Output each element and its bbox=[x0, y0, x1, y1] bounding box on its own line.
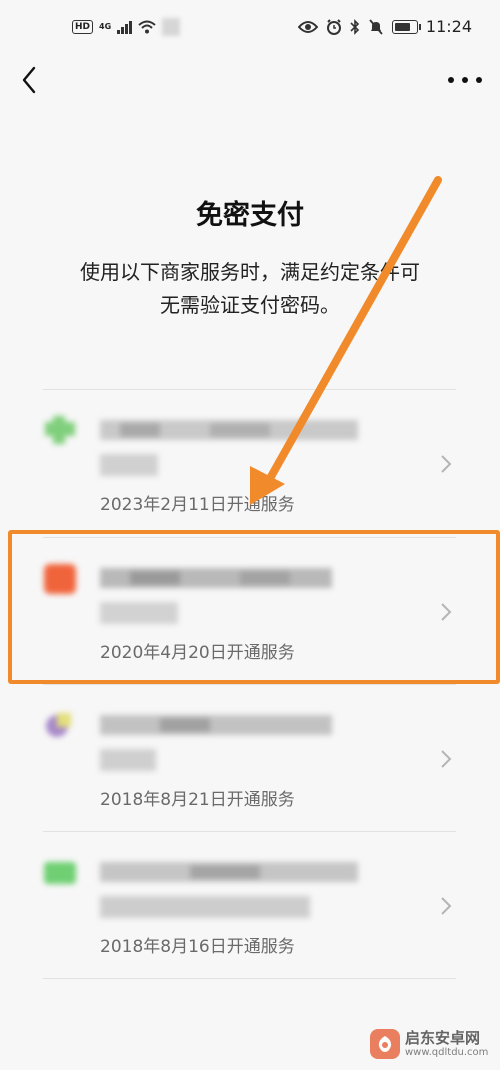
list-divider bbox=[43, 831, 456, 832]
signal-icon bbox=[117, 20, 133, 34]
hd-badge: HD bbox=[72, 20, 94, 34]
merchant-name-blurred bbox=[100, 862, 358, 882]
watermark-logo-icon bbox=[370, 1029, 400, 1059]
page-title: 免密支付 bbox=[196, 200, 304, 231]
battery-icon bbox=[391, 19, 421, 34]
merchant-name-blurred bbox=[100, 715, 358, 735]
service-date: 2023年2月11日开通服务 bbox=[100, 495, 295, 515]
bluetooth-icon bbox=[350, 18, 360, 35]
watermark-text: 启东安卓网 www.qdltdu.com bbox=[405, 1028, 489, 1059]
merchant-service-blurred bbox=[100, 454, 158, 476]
blurred-status-icon bbox=[162, 18, 181, 36]
chevron-right-icon bbox=[441, 897, 452, 915]
description-line-2: 无需验证支付密码。 bbox=[160, 293, 340, 317]
battery-fill bbox=[394, 22, 410, 31]
merchant-service-blurred bbox=[100, 896, 310, 918]
description-line-1: 使用以下商家服务时，满足约定条件可 bbox=[80, 260, 420, 284]
list-divider bbox=[43, 684, 456, 685]
service-item[interactable]: 2018年8月16日开通服务 bbox=[43, 834, 456, 979]
service-item[interactable]: 2018年8月21日开通服务 bbox=[43, 687, 456, 832]
service-date: 2018年8月21日开通服务 bbox=[100, 790, 295, 810]
back-icon[interactable] bbox=[16, 62, 44, 98]
merchant-name-blurred bbox=[100, 420, 358, 440]
status-bar: HD 4G 11:24 bbox=[0, 0, 500, 60]
watermark-name: 启东安卓网 bbox=[405, 1028, 481, 1047]
mute-bell-icon bbox=[369, 18, 383, 35]
watermark: 启东安卓网 www.qdltdu.com bbox=[370, 1022, 498, 1066]
page-description: 使用以下商家服务时，满足约定条件可 无需验证支付密码。 bbox=[40, 256, 460, 322]
service-date: 2018年8月16日开通服务 bbox=[100, 937, 295, 957]
list-top-divider bbox=[43, 389, 456, 390]
chevron-right-icon bbox=[441, 455, 452, 473]
merchant-logo bbox=[43, 416, 77, 446]
chevron-right-icon bbox=[441, 750, 452, 768]
more-options-icon[interactable] bbox=[448, 68, 482, 92]
alarm-icon bbox=[326, 18, 341, 35]
watermark-url: www.qdltdu.com bbox=[405, 1046, 489, 1058]
list-bottom-divider bbox=[43, 978, 456, 979]
status-left: HD 4G bbox=[72, 18, 181, 36]
status-right: 11:24 bbox=[297, 17, 472, 36]
service-item[interactable]: 2023年2月11日开通服务 bbox=[43, 392, 456, 537]
merchant-logo bbox=[43, 858, 77, 888]
eye-icon bbox=[297, 20, 318, 33]
merchant-service-blurred bbox=[100, 749, 156, 771]
wifi-icon bbox=[138, 20, 156, 34]
network-type: 4G bbox=[99, 22, 112, 31]
status-time: 11:24 bbox=[425, 17, 472, 36]
merchant-logo bbox=[43, 711, 77, 741]
highlight-box bbox=[8, 530, 500, 684]
